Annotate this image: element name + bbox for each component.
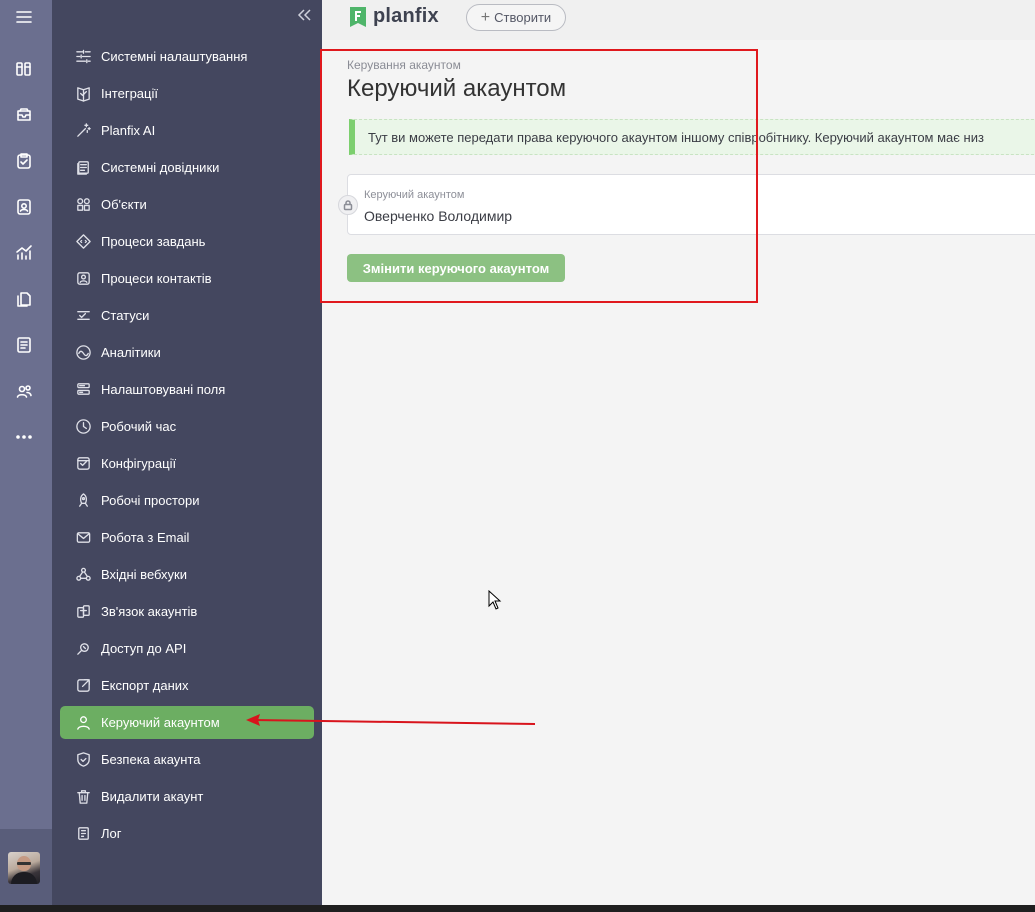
inbox-icon[interactable] — [12, 103, 36, 127]
trash-icon — [74, 788, 92, 806]
sidebar-item[interactable]: Аналітики — [60, 336, 314, 369]
sidebar-item-label: Planfix AI — [101, 123, 156, 138]
webhook-icon — [74, 566, 92, 584]
board-icon[interactable] — [12, 57, 36, 81]
contacts-icon[interactable] — [12, 195, 36, 219]
sidebar-item-label: Системні налаштування — [101, 49, 248, 64]
collapse-sidebar-icon[interactable] — [295, 6, 315, 26]
log-icon — [74, 825, 92, 843]
sidebar-item-label: Процеси завдань — [101, 234, 206, 249]
sidebar-item-label: Безпека акаунта — [101, 752, 201, 767]
notice-text: Тут ви можете передати права керуючого а… — [368, 129, 984, 145]
annotation-arrow — [246, 714, 536, 726]
sidebar-item[interactable]: Безпека акаунта — [60, 743, 314, 776]
sidebar-item[interactable]: Процеси завдань — [60, 225, 314, 258]
sidebar-item-label: Керуючий акаунтом — [101, 715, 220, 730]
sidebar-item[interactable]: Зв'язок акаунтів — [60, 595, 314, 628]
sidebar-item-label: Робочий час — [101, 419, 177, 434]
sidebar-item-label: Системні довідники — [101, 160, 220, 175]
files-icon[interactable] — [12, 287, 36, 311]
sidebar-item[interactable]: Видалити акаунт — [60, 780, 314, 813]
sidebar-item[interactable]: Інтеграції — [60, 77, 314, 110]
mouse-cursor-icon — [488, 590, 502, 610]
app-rail — [0, 0, 52, 905]
sidebar-item[interactable]: Процеси контактів — [60, 262, 314, 295]
settings-sidebar: Системні налаштування Інтеграції Planfix A… — [52, 0, 322, 905]
status-icon — [74, 307, 92, 325]
sidebar-item-label: Видалити акаунт — [101, 789, 204, 804]
sidebar-item[interactable]: Налаштовувані поля — [60, 373, 314, 406]
api-icon — [74, 640, 92, 658]
docs-icon[interactable] — [12, 333, 36, 357]
magic-wand-icon — [74, 122, 92, 140]
menu-icon[interactable] — [12, 5, 36, 29]
sidebar-item-label: Лог — [101, 826, 122, 841]
email-icon — [74, 529, 92, 547]
main-content: Керування акаунтом Керуючий акаунтом Тут… — [322, 40, 1035, 905]
sidebar-item[interactable]: Робочі простори — [60, 484, 314, 517]
create-button[interactable]: + Створити — [466, 4, 566, 31]
rocket-icon — [74, 492, 92, 510]
sidebar-item-label: Об'єкти — [101, 197, 147, 212]
sidebar-item-label: Робочі простори — [101, 493, 200, 508]
sidebar-item-label: Конфігурації — [101, 456, 177, 471]
sidebar-item[interactable]: Вхідні вебхуки — [60, 558, 314, 591]
planfix-logo-icon — [350, 6, 366, 27]
sidebar-item[interactable]: Робота з Email — [60, 521, 314, 554]
config-icon — [74, 455, 92, 473]
analytics-icon — [74, 344, 92, 362]
security-icon — [74, 751, 92, 769]
sidebar-item-label: Інтеграції — [101, 86, 158, 101]
tasks-icon[interactable] — [12, 149, 36, 173]
sliders-icon — [74, 48, 92, 66]
users-icon[interactable] — [12, 379, 36, 403]
breadcrumb[interactable]: Керування акаунтом — [347, 58, 461, 72]
sidebar-item[interactable]: Системні налаштування — [60, 40, 314, 73]
change-owner-button[interactable]: Змінити керуючого акаунтом — [347, 254, 565, 282]
sidebar-item[interactable]: Конфігурації — [60, 447, 314, 480]
sidebar-item-label: Експорт даних — [101, 678, 189, 693]
sidebar-item[interactable]: Доступ до API — [60, 632, 314, 665]
sidebar-item[interactable]: Об'єкти — [60, 188, 314, 221]
export-icon — [74, 677, 92, 695]
sidebar-item-label: Робота з Email — [101, 530, 190, 545]
directory-icon — [74, 159, 92, 177]
sidebar-item-label: Процеси контактів — [101, 271, 212, 286]
plus-icon: + — [480, 8, 491, 26]
avatar[interactable] — [8, 852, 40, 884]
bottom-strip — [0, 905, 1035, 912]
lock-icon — [338, 195, 358, 215]
link-accounts-icon — [74, 603, 92, 621]
info-notice: Тут ви можете передати права керуючого а… — [349, 119, 1035, 155]
sidebar-item[interactable]: Лог — [60, 817, 314, 850]
sidebar-item-label: Доступ до API — [101, 641, 187, 656]
account-owner-field: Керуючий акаунтом Оверченко Володимир — [338, 174, 1035, 235]
field-value: Оверченко Володимир — [364, 208, 513, 224]
sidebar-item-label: Аналітики — [101, 345, 161, 360]
sidebar-item[interactable]: Статуси — [60, 299, 314, 332]
logo-text: planfix — [373, 5, 439, 27]
more-icon[interactable] — [12, 425, 36, 449]
integrations-icon — [74, 85, 92, 103]
logo[interactable]: planfix — [348, 5, 439, 28]
create-label: Створити — [494, 10, 552, 25]
sidebar-item-label: Статуси — [101, 308, 150, 323]
page-title: Керуючий акаунтом — [347, 75, 567, 102]
sidebar-item[interactable]: Системні довідники — [60, 151, 314, 184]
sidebar-item-label: Налаштовувані поля — [101, 382, 226, 397]
sidebar-item[interactable]: Planfix AI — [60, 114, 314, 147]
contact-process-icon — [74, 270, 92, 288]
clock-icon — [74, 418, 92, 436]
field-label: Керуючий акаунтом — [364, 189, 465, 201]
topbar: planfix + Створити — [322, 0, 1035, 40]
sidebar-item-label: Вхідні вебхуки — [101, 567, 187, 582]
fields-icon — [74, 381, 92, 399]
objects-icon — [74, 196, 92, 214]
process-icon — [74, 233, 92, 251]
sidebar-item[interactable]: Експорт даних — [60, 669, 314, 702]
user-icon — [74, 714, 92, 732]
analytics-icon[interactable] — [12, 241, 36, 265]
sidebar-item[interactable]: Робочий час — [60, 410, 314, 443]
sidebar-item-label: Зв'язок акаунтів — [101, 604, 198, 619]
